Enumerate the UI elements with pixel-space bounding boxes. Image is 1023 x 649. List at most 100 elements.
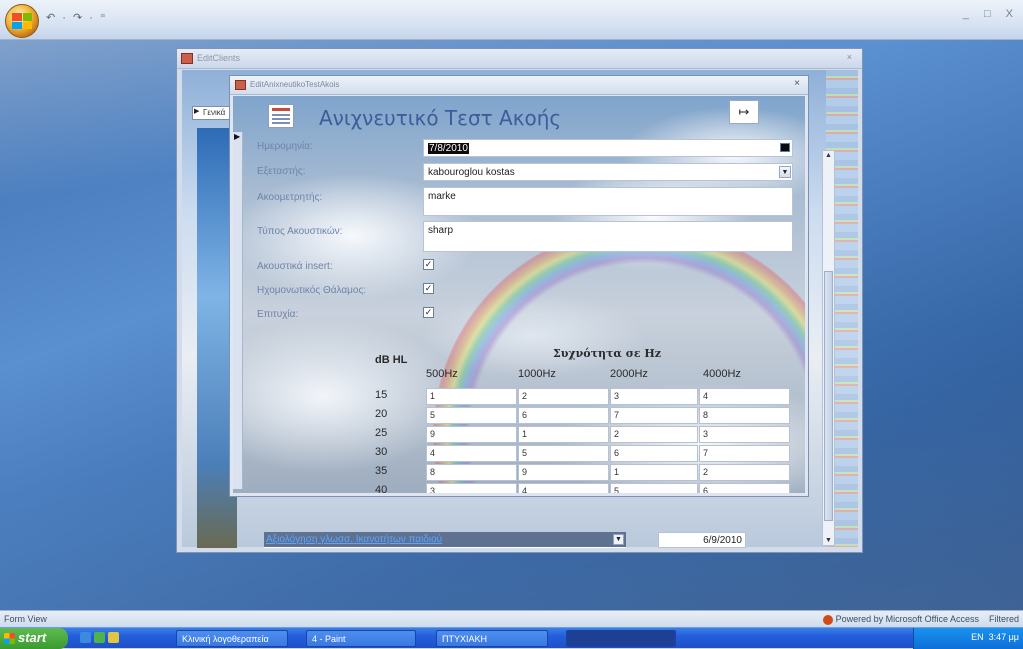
threshold-cell[interactable]: 5 xyxy=(610,483,698,493)
record-selector[interactable] xyxy=(233,132,243,489)
media-icon[interactable] xyxy=(94,632,105,643)
threshold-cell[interactable]: 1 xyxy=(518,426,609,443)
threshold-cell[interactable]: 7 xyxy=(610,407,698,424)
hearing-test-form: Ανιχνευτικό Τεστ Ακοής ↦ Ημερομηνία: 7/8… xyxy=(233,96,805,493)
close-icon[interactable]: × xyxy=(794,78,800,89)
success-label: Επιτυχία: xyxy=(257,309,299,320)
taskbar-item-access[interactable] xyxy=(566,630,676,647)
threshold-cell[interactable]: 4 xyxy=(699,388,790,405)
threshold-cell[interactable]: 4 xyxy=(426,445,517,462)
windows-flag-icon xyxy=(4,633,15,644)
chevron-down-icon[interactable]: ▼ xyxy=(613,534,624,545)
close-form-button[interactable]: ↦ xyxy=(729,100,759,124)
threshold-cell[interactable]: 3 xyxy=(610,388,698,405)
headphones-type-field[interactable]: sharp xyxy=(423,221,793,252)
examiner-value: kabouroglou kostas xyxy=(428,167,515,178)
db-level-label: 15 xyxy=(375,389,388,401)
window-controls[interactable]: _ □ X xyxy=(963,8,1019,20)
language-indicator[interactable]: EN xyxy=(971,632,984,642)
threshold-cell[interactable]: 6 xyxy=(610,445,698,462)
date-label: Ημερομηνία: xyxy=(257,141,313,152)
db-hl-header: dB HL xyxy=(375,354,408,366)
system-tray: EN 3:47 μμ xyxy=(913,628,1023,649)
threshold-cell[interactable]: 5 xyxy=(426,407,517,424)
examiner-label: Εξεταστής: xyxy=(257,166,306,177)
quick-access-toolbar[interactable]: ↶ · ↷ · ⁼ xyxy=(46,11,108,24)
threshold-cell[interactable]: 8 xyxy=(426,464,517,481)
success-checkbox[interactable]: ✓ xyxy=(423,307,434,318)
evaluation-date-field[interactable]: 6/9/2010 xyxy=(658,532,746,548)
hearing-test-window-title: EditAnixneutikoTestAkois xyxy=(250,80,340,89)
filtered-indicator[interactable]: Filtered xyxy=(989,614,1019,624)
form-icon xyxy=(181,53,193,64)
hearing-test-window: EditAnixneutikoTestAkois × Ανιχνευτικό Τ… xyxy=(229,75,809,497)
db-level-label: 35 xyxy=(375,465,388,477)
office-powered-icon xyxy=(822,614,833,625)
form-icon xyxy=(235,80,246,90)
edit-clients-title: EditClients xyxy=(197,53,241,63)
threshold-cell[interactable]: 5 xyxy=(518,445,609,462)
scroll-up-icon[interactable]: ▲ xyxy=(825,152,832,159)
threshold-cell[interactable]: 2 xyxy=(518,388,609,405)
threshold-cell[interactable]: 3 xyxy=(699,426,790,443)
evaluation-combo[interactable]: Αξιολόγηση γλωσσ. Ικανοτήτων παιδιού ▼ xyxy=(264,532,626,548)
evaluation-link[interactable]: Αξιολόγηση γλωσσ. Ικανοτήτων παιδιού xyxy=(266,534,442,545)
threshold-cell[interactable]: 8 xyxy=(699,407,790,424)
threshold-cell[interactable]: 7 xyxy=(699,445,790,462)
threshold-cell[interactable]: 1 xyxy=(426,388,517,405)
audiometer-field[interactable]: marke xyxy=(423,187,793,216)
form-title: Ανιχνευτικό Τεστ Ακοής xyxy=(319,106,562,130)
threshold-cell[interactable]: 9 xyxy=(426,426,517,443)
freq-header-500: 500Hz xyxy=(426,368,458,380)
freq-header-4000: 4000Hz xyxy=(703,368,741,380)
ie-icon[interactable] xyxy=(80,632,91,643)
headphones-type-label: Τύπος Ακουστικών: xyxy=(257,226,343,237)
status-view-mode: Form View xyxy=(4,614,47,624)
soundproof-booth-checkbox[interactable]: ✓ xyxy=(423,283,434,294)
folder-icon[interactable] xyxy=(108,632,119,643)
threshold-cell[interactable]: 6 xyxy=(699,483,790,493)
scroll-down-icon[interactable]: ▼ xyxy=(825,537,832,544)
tray-clock[interactable]: 3:47 μμ xyxy=(989,632,1019,642)
office-logo-icon xyxy=(12,13,32,29)
freq-header-2000: 2000Hz xyxy=(610,368,648,380)
scroll-thumb[interactable] xyxy=(824,271,833,521)
examiner-combo[interactable]: kabouroglou kostas ▼ xyxy=(423,163,793,181)
threshold-cell[interactable]: 3 xyxy=(426,483,517,493)
app-title-bar: ↶ · ↷ · ⁼ _ □ X xyxy=(0,0,1023,40)
threshold-cell[interactable]: 4 xyxy=(518,483,609,493)
threshold-cell[interactable]: 6 xyxy=(518,407,609,424)
form-header-icon xyxy=(268,104,294,128)
threshold-cell[interactable]: 2 xyxy=(699,464,790,481)
audiometer-label: Ακοομετρητής: xyxy=(257,192,323,203)
taskbar-item-paint[interactable]: 4 - Paint xyxy=(306,630,416,647)
insert-headphones-checkbox[interactable]: ✓ xyxy=(423,259,434,270)
start-button[interactable]: start xyxy=(0,628,68,649)
db-level-label: 25 xyxy=(375,427,388,439)
exit-door-icon: ↦ xyxy=(738,104,750,119)
threshold-cell[interactable]: 2 xyxy=(610,426,698,443)
vertical-scrollbar[interactable]: ▲ ▼ xyxy=(822,150,835,546)
insert-headphones-label: Ακουστικά insert: xyxy=(257,261,333,272)
windows-taskbar: start Κλινική λογοθεραπεία 4 - Paint ΠΤΥ… xyxy=(0,627,1023,649)
hearing-test-titlebar[interactable]: EditAnixneutikoTestAkois × xyxy=(230,76,808,95)
powered-by-text: Powered by Microsoft Office Access xyxy=(835,614,979,624)
office-button[interactable] xyxy=(5,4,39,38)
quick-launch xyxy=(80,632,122,645)
calendar-icon[interactable] xyxy=(780,143,790,152)
status-right: Powered by Microsoft Office Access Filter… xyxy=(822,614,1019,625)
date-value: 7/8/2010 xyxy=(428,143,469,154)
chevron-down-icon[interactable]: ▼ xyxy=(779,166,791,178)
taskbar-item-clinic[interactable]: Κλινική λογοθεραπεία xyxy=(176,630,288,647)
edit-clients-titlebar[interactable]: EditClients × xyxy=(177,49,862,69)
threshold-cell[interactable]: 9 xyxy=(518,464,609,481)
start-label: start xyxy=(18,630,47,645)
db-level-label: 40 xyxy=(375,484,388,493)
freq-header-1000: 1000Hz xyxy=(518,368,556,380)
date-field[interactable]: 7/8/2010 xyxy=(423,139,793,157)
frequency-title: Συχνότητα σε Hz xyxy=(553,347,661,360)
status-bar: Form View Powered by Microsoft Office Ac… xyxy=(0,610,1023,627)
taskbar-item-thesis[interactable]: ΠΤΥΧΙΑΚΗ xyxy=(436,630,548,647)
close-icon[interactable]: × xyxy=(847,52,852,62)
threshold-cell[interactable]: 1 xyxy=(610,464,698,481)
